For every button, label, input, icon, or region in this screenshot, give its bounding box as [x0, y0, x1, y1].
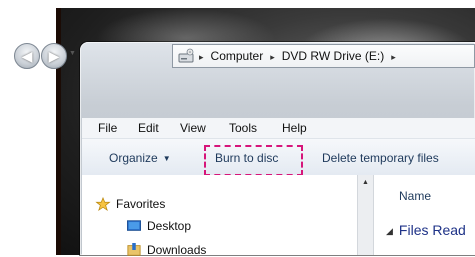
breadcrumb-computer[interactable]: Computer [211, 45, 264, 67]
address-bar[interactable]: ▸ Computer ▸ DVD RW Drive (E:) ▸ [172, 44, 475, 68]
column-header-name[interactable]: Name [399, 189, 431, 203]
recent-pages-dropdown[interactable]: ▼ [69, 50, 76, 57]
delete-temporary-files-button[interactable]: Delete temporary files [322, 151, 439, 165]
organize-button[interactable]: Organize ▼ [109, 151, 171, 165]
breadcrumb-separator-icon[interactable]: ▸ [270, 46, 275, 67]
desktop-icon [127, 220, 141, 231]
nav-item-desktop[interactable]: Desktop [126, 219, 191, 233]
dvd-drive-icon [178, 48, 194, 63]
group-header-files-ready[interactable]: ◢ Files Read [386, 222, 466, 238]
menu-edit[interactable]: Edit [138, 121, 159, 135]
menu-view[interactable]: View [180, 121, 206, 135]
collapse-triangle-icon[interactable]: ◢ [386, 226, 393, 236]
back-button[interactable]: ◀ [14, 43, 40, 69]
breadcrumb-separator-icon[interactable]: ▸ [199, 46, 204, 67]
callout-highlight-box [204, 145, 303, 176]
star-icon [95, 197, 111, 211]
breadcrumb-separator-icon[interactable]: ▸ [391, 46, 396, 67]
file-list-pane [374, 175, 475, 255]
menu-help[interactable]: Help [282, 121, 307, 135]
chevron-down-icon: ▼ [162, 154, 171, 163]
organize-label: Organize [109, 151, 158, 165]
scroll-up-icon[interactable]: ▲ [362, 179, 369, 186]
forward-arrow-icon: ▶ [48, 48, 60, 64]
forward-button[interactable]: ▶ [41, 43, 67, 69]
nav-item-label: Favorites [116, 197, 166, 211]
back-arrow-icon: ◀ [21, 48, 33, 64]
menu-bar: File Edit View Tools Help [82, 118, 475, 138]
breadcrumb-dvd-drive[interactable]: DVD RW Drive (E:) [282, 45, 384, 67]
navigation-scrollbar[interactable]: ▲ [357, 175, 374, 255]
menu-file[interactable]: File [98, 121, 117, 135]
nav-item-favorites[interactable]: Favorites [95, 197, 165, 211]
navigation-pane [82, 175, 357, 255]
menu-tools[interactable]: Tools [229, 121, 257, 135]
group-header-label: Files Read [398, 222, 466, 238]
nav-item-label: Desktop [147, 219, 192, 233]
